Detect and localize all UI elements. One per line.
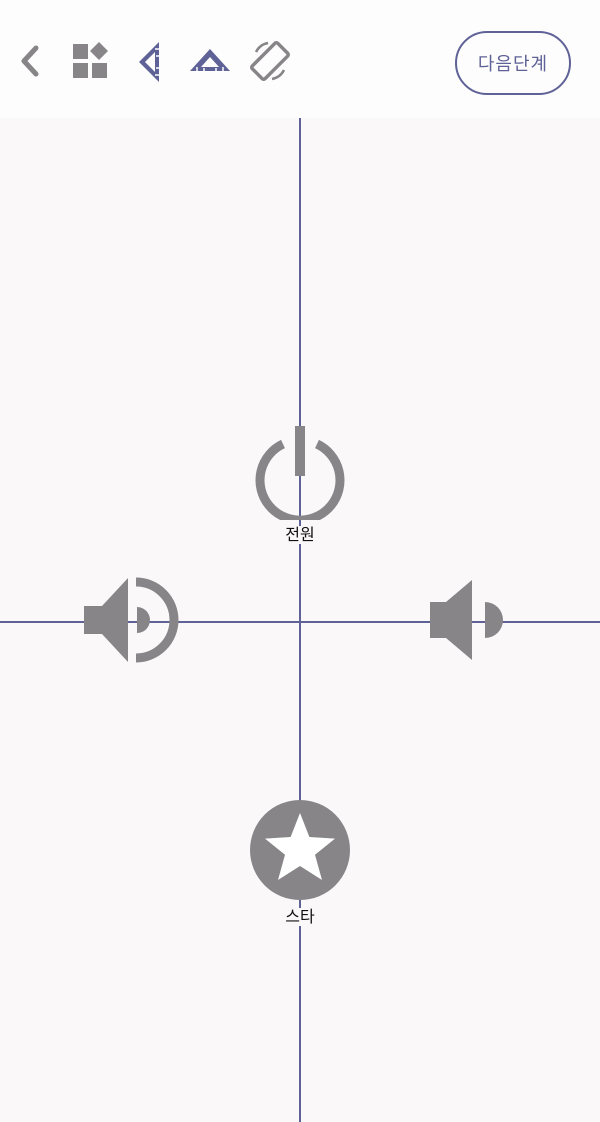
back-button[interactable] xyxy=(14,40,46,82)
widgets-button[interactable] xyxy=(71,42,109,80)
volume-up-key[interactable] xyxy=(80,574,180,666)
power-icon xyxy=(255,426,345,520)
ruler-horizontal-button[interactable] xyxy=(188,46,232,74)
star-key[interactable]: 스타 xyxy=(248,798,352,926)
key-mapping-canvas: 전원 스타 xyxy=(0,118,600,1122)
power-key[interactable]: 전원 xyxy=(250,424,350,544)
power-key-label: 전원 xyxy=(283,525,317,544)
star-key-label: 스타 xyxy=(283,907,317,926)
screen-rotation-icon xyxy=(249,40,291,82)
star-icon xyxy=(250,800,350,900)
widgets-icon xyxy=(73,42,108,78)
vertical-guide-line xyxy=(299,118,301,1122)
volume-down-key[interactable] xyxy=(428,578,504,662)
next-step-button[interactable]: 다음단계 xyxy=(455,31,571,95)
volume-up-icon xyxy=(84,577,179,663)
top-toolbar: 다음단계 xyxy=(0,0,600,118)
chevron-left-icon xyxy=(21,45,39,77)
rotate-screen-button[interactable] xyxy=(247,38,293,84)
next-step-label: 다음단계 xyxy=(477,54,549,75)
triangle-ruler-horizontal-icon xyxy=(190,49,230,71)
volume-down-icon xyxy=(430,580,503,660)
triangle-ruler-vertical-icon xyxy=(139,42,159,82)
ruler-vertical-button[interactable] xyxy=(136,40,162,84)
